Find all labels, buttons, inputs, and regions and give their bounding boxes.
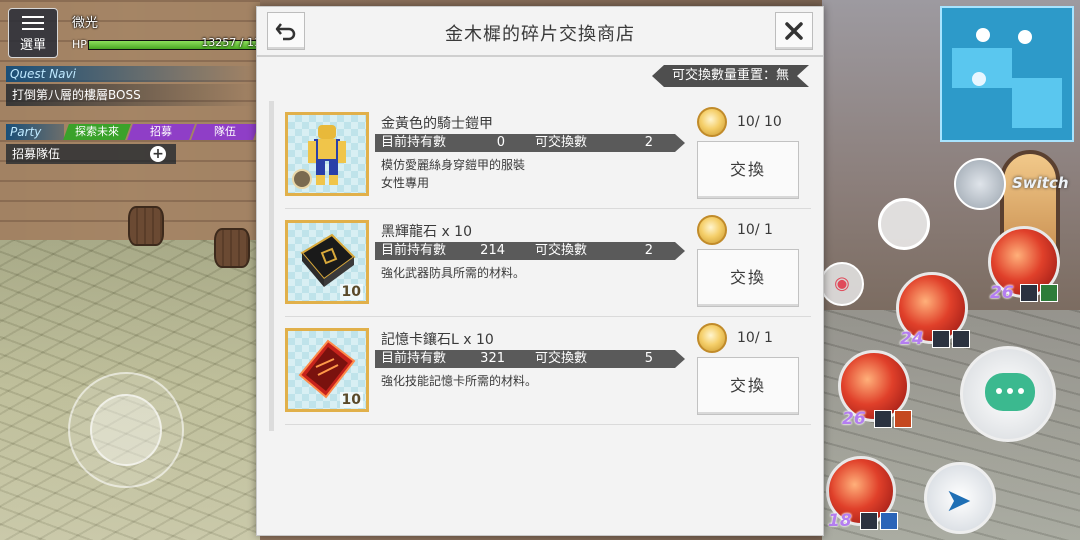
costume-type-icon — [292, 169, 312, 189]
skill-element-icon — [874, 410, 892, 428]
item-thumbnail[interactable] — [285, 112, 369, 196]
camera-icon[interactable]: ◉ — [820, 262, 864, 306]
skill-element-icon — [932, 330, 950, 348]
exchange-button[interactable]: 交換 — [697, 141, 799, 199]
shop-item-row: 10 黑輝龍石 x 10 目前持有數 214 可交換數 2 強化武器防具所需的材… — [285, 209, 811, 317]
barrel — [214, 228, 250, 268]
close-icon — [785, 22, 803, 40]
player-marker-icon — [972, 72, 986, 86]
item-thumbnail[interactable]: 10 — [285, 328, 369, 412]
exchange-button[interactable]: 交換 — [697, 357, 799, 415]
menu-label: 選單 — [19, 38, 46, 53]
player-name: 微光 — [72, 16, 99, 31]
item-name: 金黃色的騎士鎧甲 — [381, 116, 493, 132]
item-cost: 10/ 1 — [697, 323, 773, 353]
exchangeable-count: 2 — [644, 243, 653, 258]
close-button[interactable] — [775, 12, 813, 50]
hp-row: HP 13257 / 132 — [72, 36, 268, 52]
exchange-reset-badge: 可交換數量重置：無 — [652, 65, 809, 87]
quest-navi-text[interactable]: 打倒第八層的樓層BOSS — [6, 84, 256, 106]
shop-item-row: 金黃色的騎士鎧甲 目前持有數 0 可交換數 2 模仿愛麗絲身穿鎧甲的服裝 女性專… — [285, 101, 811, 209]
list-scrollbar[interactable] — [269, 101, 274, 431]
running-man-icon: ➤ — [945, 481, 972, 519]
minimap[interactable] — [940, 6, 1074, 142]
fragment-coin-icon — [697, 323, 727, 353]
chat-button[interactable] — [960, 346, 1056, 442]
held-label: 目前持有數 — [381, 135, 447, 150]
party-tab-team[interactable]: 隊伍 — [191, 124, 259, 140]
cost-value: 10/ 1 — [737, 222, 773, 238]
skill-level: 18 — [828, 511, 852, 531]
hamburger-icon — [22, 16, 44, 30]
exchange-button[interactable]: 交換 — [697, 249, 799, 307]
item-name: 記憶卡鑲石L x 10 — [381, 332, 494, 348]
party-tab-recruit[interactable]: 招募 — [127, 124, 195, 140]
joystick-knob[interactable] — [90, 394, 162, 466]
barrel — [128, 206, 164, 246]
skill-element-icon — [952, 330, 970, 348]
shop-title: 金木樨的碎片交換商店 — [445, 24, 635, 45]
npc-marker-icon — [976, 28, 990, 42]
held-count: 214 — [480, 243, 505, 258]
item-stat-bar: 目前持有數 0 可交換數 2 — [375, 134, 685, 152]
npc-marker-icon — [1018, 30, 1032, 44]
dash-button[interactable]: ➤ — [924, 462, 996, 534]
skill-element-icon — [894, 410, 912, 428]
item-description: 強化武器防具所需的材料。 — [381, 266, 526, 280]
item-name: 黑輝龍石 x 10 — [381, 224, 472, 240]
menu-button[interactable]: 選單 — [8, 8, 58, 58]
item-stat-bar: 目前持有數 321 可交換數 5 — [375, 350, 685, 368]
exchangeable-label: 可交換數 — [535, 351, 588, 366]
exchange-shop-dialog: 金木樨的碎片交換商店 可交換數量重置：無 金黃色的騎士鎧甲 目前持有數 0 可交… — [256, 6, 824, 536]
item-cost: 10/ 10 — [697, 107, 782, 137]
dialog-header: 金木樨的碎片交換商店 — [257, 7, 823, 57]
party-title: Party — [6, 124, 64, 140]
add-party-button[interactable]: + — [150, 146, 166, 162]
held-count: 0 — [496, 135, 505, 150]
skill-element-icon — [1020, 284, 1038, 302]
party-tab-explore[interactable]: 探索未來 — [63, 124, 131, 140]
skill-level: 26 — [842, 409, 866, 429]
held-label: 目前持有數 — [381, 243, 447, 258]
party-bar: Party 探索未來 招募 隊伍 — [6, 124, 259, 140]
exchangeable-label: 可交換數 — [535, 135, 588, 150]
fragment-coin-icon — [697, 107, 727, 137]
thumb-quantity: 10 — [339, 392, 363, 408]
minimap-area — [1012, 78, 1062, 128]
thumb-quantity: 10 — [339, 284, 363, 300]
item-thumbnail[interactable]: 10 — [285, 220, 369, 304]
item-cost: 10/ 1 — [697, 215, 773, 245]
cost-value: 10/ 10 — [737, 114, 782, 130]
hp-label: HP — [72, 38, 87, 51]
quest-navi-title: Quest Navi — [6, 66, 256, 82]
virtual-joystick[interactable] — [68, 372, 184, 488]
item-description: 模仿愛麗絲身穿鎧甲的服裝 女性專用 — [381, 158, 526, 190]
held-label: 目前持有數 — [381, 351, 447, 366]
skill-element-icon — [860, 512, 878, 530]
cost-value: 10/ 1 — [737, 330, 773, 346]
skill-level: 24 — [900, 329, 924, 349]
skill-element-icon — [880, 512, 898, 530]
shop-item-row: 10 記憶卡鑲石L x 10 目前持有數 321 可交換數 5 強化技能記憶卡所… — [285, 317, 811, 425]
exchangeable-count: 5 — [644, 351, 653, 366]
skill-level: 26 — [990, 283, 1014, 303]
switch-button[interactable] — [954, 158, 1006, 210]
fragment-coin-icon — [697, 215, 727, 245]
exchangeable-count: 2 — [644, 135, 653, 150]
shop-item-list[interactable]: 金黃色的騎士鎧甲 目前持有數 0 可交換數 2 模仿愛麗絲身穿鎧甲的服裝 女性專… — [269, 101, 811, 431]
chat-bubble-icon — [985, 373, 1035, 411]
skill-element-icon — [1040, 284, 1058, 302]
potion-button[interactable] — [878, 198, 930, 250]
exchangeable-label: 可交換數 — [535, 243, 588, 258]
item-description: 強化技能記憶卡所需的材料。 — [381, 374, 538, 388]
switch-label: Switch — [1012, 174, 1069, 192]
item-stat-bar: 目前持有數 214 可交換數 2 — [375, 242, 685, 260]
held-count: 321 — [480, 351, 505, 366]
